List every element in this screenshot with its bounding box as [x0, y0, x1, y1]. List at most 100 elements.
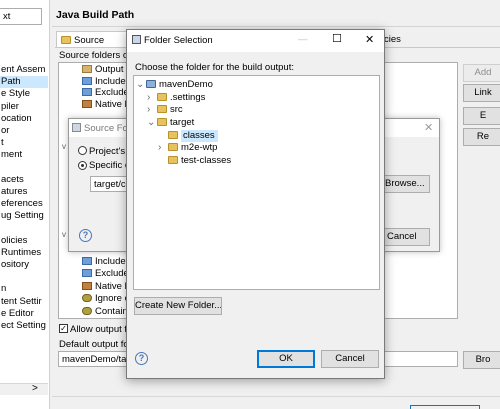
attribute-icon [82, 99, 92, 108]
left-nav-item[interactable]: tent Settir [0, 296, 48, 308]
source-browse-button[interactable]: Browse... [382, 175, 430, 193]
left-nav-item[interactable] [0, 271, 48, 283]
left-nav-item[interactable] [0, 222, 48, 234]
left-nav-item[interactable]: eferences [0, 198, 48, 210]
folder-icon [157, 92, 167, 101]
default-output-label: Default output fo [59, 339, 129, 350]
folder-icon [168, 130, 178, 139]
folder-icon [168, 156, 178, 165]
folder-tree-item[interactable]: › .settings [134, 92, 379, 105]
preference-nav-list: ent Assem Path e Style piler ocation or t ment a… [0, 64, 48, 332]
left-nav-item[interactable]: ug Setting [0, 210, 48, 222]
attribute-icon [82, 257, 92, 265]
left-nav-item[interactable]: n [0, 283, 48, 295]
attribute-icon [82, 306, 92, 315]
folder-tree-item[interactable]: ⌄ target [134, 117, 379, 130]
source-help-icon[interactable]: ? [79, 229, 92, 242]
allow-output-checkbox[interactable]: ✓ [59, 324, 68, 333]
left-nav-item[interactable]: ment [0, 149, 48, 161]
remove-button[interactable]: Re [463, 128, 500, 146]
attribute-icon [82, 281, 92, 290]
left-nav-item[interactable]: or [0, 125, 48, 137]
left-nav-item[interactable]: acets [0, 174, 48, 186]
allow-output-label: Allow output f [70, 324, 128, 335]
source-tree-item[interactable]: Contains [82, 306, 127, 318]
folder-selection-title: Folder Selection [132, 35, 213, 46]
folder-tree-item[interactable]: ⌄ mavenDemo [134, 79, 379, 92]
source-tree-item[interactable]: Exclude [82, 87, 127, 99]
left-nav-item[interactable]: ocation [0, 113, 48, 125]
dialog-app-icon [72, 123, 81, 132]
source-tree-item[interactable]: Included [82, 256, 127, 268]
add-folder-button[interactable]: Add [463, 64, 500, 82]
source-tree-item[interactable]: Exclude [82, 268, 127, 280]
attribute-icon [82, 76, 92, 85]
left-nav-item[interactable]: t [0, 137, 48, 149]
folder-help-icon[interactable]: ? [135, 352, 148, 365]
dialog-window-icon [132, 35, 141, 44]
source-cancel-button[interactable]: Cancel [382, 228, 430, 246]
maximize-icon[interactable]: ☐ [332, 32, 342, 45]
create-new-folder-button[interactable]: Create New Folder... [134, 297, 222, 315]
browse-output-button[interactable]: Bro [463, 351, 500, 369]
folder-tree-item[interactable]: test-classes [134, 155, 379, 168]
attribute-icon [82, 88, 92, 96]
left-nav-item[interactable]: ect Setting [0, 320, 48, 332]
radio-project-folder[interactable] [78, 146, 87, 155]
folder-icon [157, 118, 167, 127]
title-separator [52, 26, 500, 27]
collapsed-chevron-icon[interactable]: › [158, 142, 168, 154]
folder-tree-item[interactable]: › src [134, 104, 379, 117]
source-folders-label: Source folders o [59, 50, 129, 61]
left-nav-item[interactable]: ository [0, 259, 48, 271]
left-nav-item[interactable]: Runtimes [0, 247, 48, 259]
left-nav-item[interactable]: atures [0, 186, 48, 198]
close-icon[interactable]: ✕ [365, 33, 374, 46]
collapsed-chevron-icon[interactable]: › [147, 104, 157, 116]
source-tree-item[interactable]: Native li [82, 99, 127, 111]
folder-icon [157, 105, 167, 114]
specific-folder-field[interactable]: target/c [90, 176, 130, 192]
edit-button[interactable]: E [463, 107, 500, 125]
folder-prompt: Choose the folder for the build output: [135, 62, 294, 73]
expanded-chevron-icon[interactable]: ⌄ [147, 117, 157, 129]
tab-source[interactable]: Source [56, 31, 132, 48]
attribute-icon [82, 269, 92, 278]
source-tree-item[interactable]: Native li [82, 281, 127, 293]
tree-expander-lower[interactable]: v [62, 230, 66, 239]
source-tree-item[interactable]: Output [82, 64, 127, 76]
cancel-button[interactable]: Cancel [321, 350, 379, 368]
folder-tree-item[interactable]: classes [134, 129, 379, 143]
page-title: Java Build Path [56, 9, 135, 21]
folder-tree-rows: ⌄ mavenDemo › .settings › src ⌄ target classes › m… [134, 79, 379, 168]
left-scrollbar[interactable]: > [0, 383, 48, 395]
source-folder-title: Source Fo [72, 123, 128, 134]
source-tree-lower-items: IncludedExcludeNative liIgnore oContains [82, 256, 127, 318]
folder-icon [168, 143, 178, 152]
left-nav-item[interactable] [0, 162, 48, 174]
left-nav-item[interactable]: ent Assem [0, 64, 48, 76]
scroll-right-arrow[interactable]: > [32, 383, 38, 394]
left-nav-item[interactable]: e Editor [0, 308, 48, 320]
source-folder-close-icon[interactable]: ✕ [424, 121, 433, 134]
left-nav-item[interactable]: Path [0, 76, 48, 89]
collapsed-chevron-icon[interactable]: › [147, 92, 157, 104]
link-source-button[interactable]: Link [463, 84, 500, 102]
source-tree-item[interactable]: Include [82, 76, 127, 88]
left-nav-item[interactable]: piler [0, 101, 48, 113]
radio-specific-folder[interactable] [78, 161, 87, 170]
expanded-chevron-icon[interactable]: ⌄ [136, 79, 146, 91]
left-nav-item[interactable]: olicies [0, 235, 48, 247]
attribute-icon [82, 294, 92, 303]
folder-tree-item[interactable]: › m2e-wtp [134, 142, 379, 155]
minimize-icon[interactable]: — [298, 34, 308, 45]
source-tree-item[interactable]: Ignore o [82, 293, 127, 305]
source-folder-icon [61, 36, 71, 44]
tree-expander-upper[interactable]: v [62, 142, 66, 151]
source-tree-upper-items: Output Include Exclude Native li [82, 64, 127, 110]
filter-input[interactable]: xt [0, 8, 42, 25]
left-nav-item[interactable]: e Style [0, 88, 48, 100]
tab-dependencies[interactable]: cies [384, 34, 401, 45]
ok-button[interactable]: OK [257, 350, 315, 368]
bottom-primary-button-edge[interactable] [410, 405, 480, 409]
